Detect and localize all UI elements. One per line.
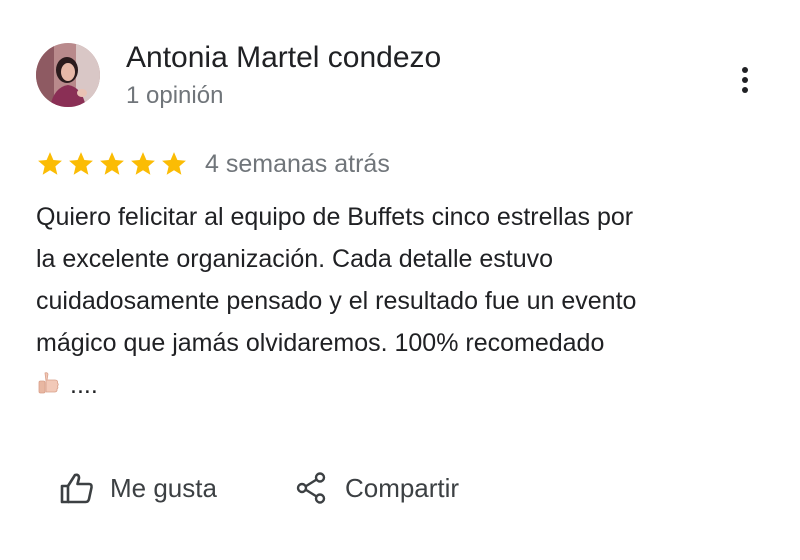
rating-row: 4 semanas atrás xyxy=(36,147,390,181)
review-text-tail: .... xyxy=(70,371,98,399)
review-date: 4 semanas atrás xyxy=(205,150,390,178)
share-button[interactable]: Compartir xyxy=(295,471,459,505)
thumb-up-outline-icon xyxy=(60,473,93,504)
thumbs-up-emoji-icon xyxy=(38,372,59,394)
more-vert-icon xyxy=(742,67,748,93)
like-button-label: Me gusta xyxy=(110,473,217,503)
review-text-line: cuidadosamente pensado y el resultado fu… xyxy=(36,287,637,315)
review-text-last-line: .... xyxy=(36,364,776,406)
review-card: Antonia Martel condezo 1 opinión 4 seman… xyxy=(0,0,800,560)
reviewer-avatar[interactable] xyxy=(36,43,100,107)
review-text-line: mágico que jamás olvidaremos. 100% recom… xyxy=(36,329,605,357)
review-text-line: Quiero felicitar al equipo de Buffets ci… xyxy=(36,203,634,231)
share-icon xyxy=(296,472,326,504)
review-text: Quiero felicitar al equipo de Buffets ci… xyxy=(36,196,776,406)
star-icon xyxy=(131,152,155,175)
star-icon xyxy=(38,152,62,175)
star-rating xyxy=(36,150,188,178)
star-icon xyxy=(69,152,93,175)
star-icon xyxy=(100,152,124,175)
like-button[interactable]: Me gusta xyxy=(60,472,217,504)
review-actions: Me gusta Compartir xyxy=(60,466,459,510)
review-text-line: la excelente organización. Cada detalle … xyxy=(36,245,554,273)
star-icon xyxy=(162,152,186,175)
more-options-button[interactable] xyxy=(728,60,762,100)
avatar-photo xyxy=(36,43,100,107)
reviewer-review-count: 1 opinión xyxy=(126,82,224,109)
share-button-label: Compartir xyxy=(344,473,460,503)
reviewer-name[interactable]: Antonia Martel condezo xyxy=(126,40,441,76)
